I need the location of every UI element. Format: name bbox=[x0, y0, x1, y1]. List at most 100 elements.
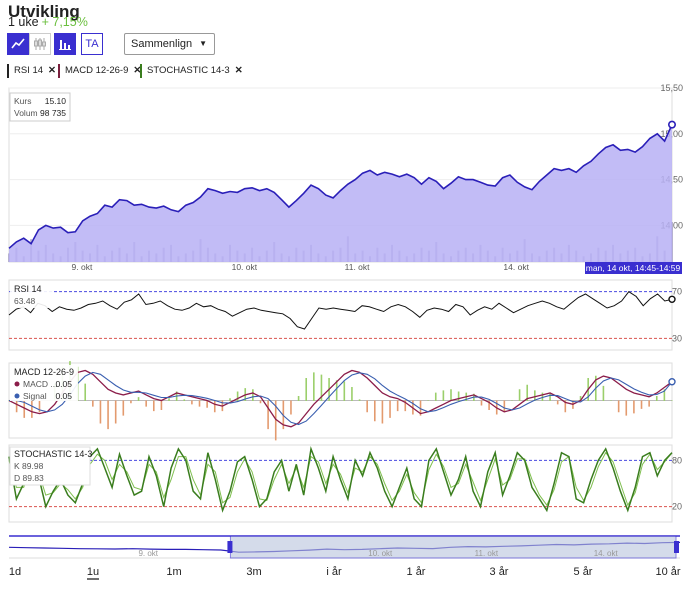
macd-histogram-bar bbox=[434, 392, 437, 401]
macd-histogram-bar bbox=[99, 400, 102, 424]
macd-histogram-bar bbox=[366, 400, 368, 413]
signal-legend-value: 0.05 bbox=[55, 391, 72, 401]
macd-histogram-bar bbox=[122, 400, 125, 416]
price-y-tick-label: 15,50 bbox=[660, 83, 683, 93]
macd-histogram-bar bbox=[145, 400, 147, 407]
macd-histogram-bar bbox=[206, 400, 208, 408]
range-tab-4[interactable]: i år bbox=[326, 566, 342, 578]
macd-histogram-bar bbox=[335, 380, 338, 401]
range-tab-1[interactable]: 1u bbox=[87, 566, 99, 578]
macd-histogram-bar bbox=[358, 399, 361, 401]
tooltip-volum-value: 98 735 bbox=[40, 108, 66, 118]
macd-histogram-bar bbox=[191, 400, 193, 405]
macd-histogram-bar bbox=[229, 398, 231, 401]
macd-histogram-bar bbox=[648, 400, 650, 407]
macd-histogram-bar bbox=[655, 396, 658, 401]
stoch-y-tick-label: 20 bbox=[672, 502, 682, 512]
macd-histogram-bar bbox=[625, 400, 628, 416]
macd-histogram-bar bbox=[183, 399, 186, 401]
macd-histogram-bar bbox=[114, 400, 117, 424]
signal-legend-label: Signal bbox=[23, 391, 47, 401]
macd-histogram-bar bbox=[640, 400, 643, 409]
macd-histogram-bar bbox=[31, 400, 33, 418]
rsi-legend: RSI 14 63.48 bbox=[10, 282, 52, 308]
stoch-legend: STOCHASTIC 14-3 K 89.98 D 89.83 bbox=[9, 446, 92, 486]
range-tab-7[interactable]: 5 år bbox=[574, 566, 593, 578]
stoch-plot-area bbox=[8, 444, 673, 523]
rsi-plot-area bbox=[8, 279, 673, 351]
macd-histogram-bar bbox=[343, 381, 346, 401]
macd-histogram-bar bbox=[92, 400, 94, 407]
price-last-point bbox=[667, 120, 676, 129]
stoch-legend-title: STOCHASTIC 14-3 bbox=[14, 449, 92, 459]
macd-histogram-bar bbox=[457, 391, 460, 401]
macd-histogram-bar bbox=[381, 400, 384, 424]
navigator-handle-left[interactable] bbox=[227, 541, 233, 553]
tooltip-volum-label: Volum bbox=[14, 108, 38, 118]
macd-histogram-bar bbox=[373, 400, 376, 422]
price-x-tick-label: 11. okt bbox=[345, 262, 371, 272]
rsi-last-point bbox=[668, 295, 676, 303]
macd-histogram-bar bbox=[15, 400, 18, 413]
macd-histogram-bar bbox=[518, 389, 521, 401]
range-tab-8[interactable]: 10 år bbox=[655, 566, 680, 578]
macd-histogram-bar bbox=[351, 387, 353, 401]
price-x-tick-label: 10. okt bbox=[232, 262, 258, 272]
macd-histogram-bar bbox=[152, 400, 155, 412]
range-tab-0[interactable]: 1d bbox=[9, 566, 21, 578]
rsi-y-tick-label: 30 bbox=[672, 333, 682, 343]
range-tab-6[interactable]: 3 år bbox=[490, 566, 509, 578]
macd-histogram-bar bbox=[556, 400, 559, 405]
macd-histogram-bar bbox=[610, 400, 612, 401]
navigator-label: 10. okt bbox=[368, 549, 393, 558]
macd-histogram-bar bbox=[107, 400, 109, 430]
price-x-tick-label: 9. okt bbox=[72, 262, 93, 272]
range-tab-5[interactable]: 1 år bbox=[407, 566, 426, 578]
navigator-handle-right[interactable] bbox=[674, 541, 679, 553]
rsi-legend-title: RSI 14 bbox=[14, 284, 42, 294]
navigator-label: 9. okt bbox=[138, 549, 158, 558]
macd-last-point bbox=[668, 378, 676, 386]
chart-canvas[interactable]: 14,0014,5015,0015,509. okt10. okt11. okt… bbox=[0, 0, 690, 593]
macd-histogram-bar bbox=[198, 400, 201, 407]
macd-histogram-bar bbox=[389, 400, 391, 418]
macd-histogram-bar bbox=[617, 400, 620, 413]
macd-histogram-bar bbox=[313, 372, 315, 401]
macd-histogram-bar bbox=[427, 400, 429, 401]
macd-histogram-bar bbox=[297, 396, 300, 401]
range-tab-2[interactable]: 1m bbox=[166, 566, 181, 578]
range-tab-3[interactable]: 3m bbox=[246, 566, 261, 578]
macd-histogram-bar bbox=[480, 400, 483, 406]
macd-histogram-bar bbox=[168, 398, 170, 401]
macd-legend-title: MACD 12-26-9 bbox=[14, 367, 74, 377]
navigator-label: 14. okt bbox=[594, 549, 619, 558]
tooltip-kurs-value: 15.10 bbox=[45, 96, 67, 106]
macd-histogram-bar bbox=[137, 397, 140, 401]
navigator-label: 11. okt bbox=[475, 549, 499, 558]
macd-histogram-bar bbox=[602, 385, 605, 401]
macd-histogram-bar bbox=[305, 378, 308, 401]
rsi-y-tick-label: 70 bbox=[672, 287, 682, 297]
macd-histogram-bar bbox=[290, 400, 292, 415]
macd-histogram-bar bbox=[450, 389, 452, 401]
macd-legend: MACD 12-26-9MACD ...0.05Signal 0.05 bbox=[10, 365, 78, 401]
stoch-y-tick-label: 80 bbox=[672, 455, 682, 465]
macd-histogram-bar bbox=[130, 400, 132, 404]
macd-histogram-bar bbox=[267, 400, 269, 430]
crosshair-label: man, 14 okt, 14:45-14:59 bbox=[586, 263, 681, 273]
price-tooltip: Kurs 15.10 Volum 98 735 bbox=[9, 92, 71, 122]
macd-legend-label: MACD ... bbox=[23, 379, 57, 389]
macd-histogram-bar bbox=[160, 400, 163, 410]
macd-legend-dot bbox=[14, 381, 20, 387]
stoch-k-legend: K 89.98 bbox=[14, 461, 44, 471]
macd-histogram-bar bbox=[213, 400, 216, 413]
macd-histogram-bar bbox=[259, 400, 262, 404]
macd-histogram-bar bbox=[442, 390, 445, 401]
macd-histogram-bar bbox=[671, 400, 673, 401]
tooltip-kurs-label: Kurs bbox=[14, 96, 31, 106]
signal-legend-dot bbox=[14, 393, 20, 399]
macd-histogram-bar bbox=[503, 400, 506, 413]
macd-legend-value: 0.05 bbox=[55, 379, 72, 389]
stoch-d-legend: D 89.83 bbox=[14, 473, 44, 483]
macd-histogram-bar bbox=[511, 400, 513, 401]
